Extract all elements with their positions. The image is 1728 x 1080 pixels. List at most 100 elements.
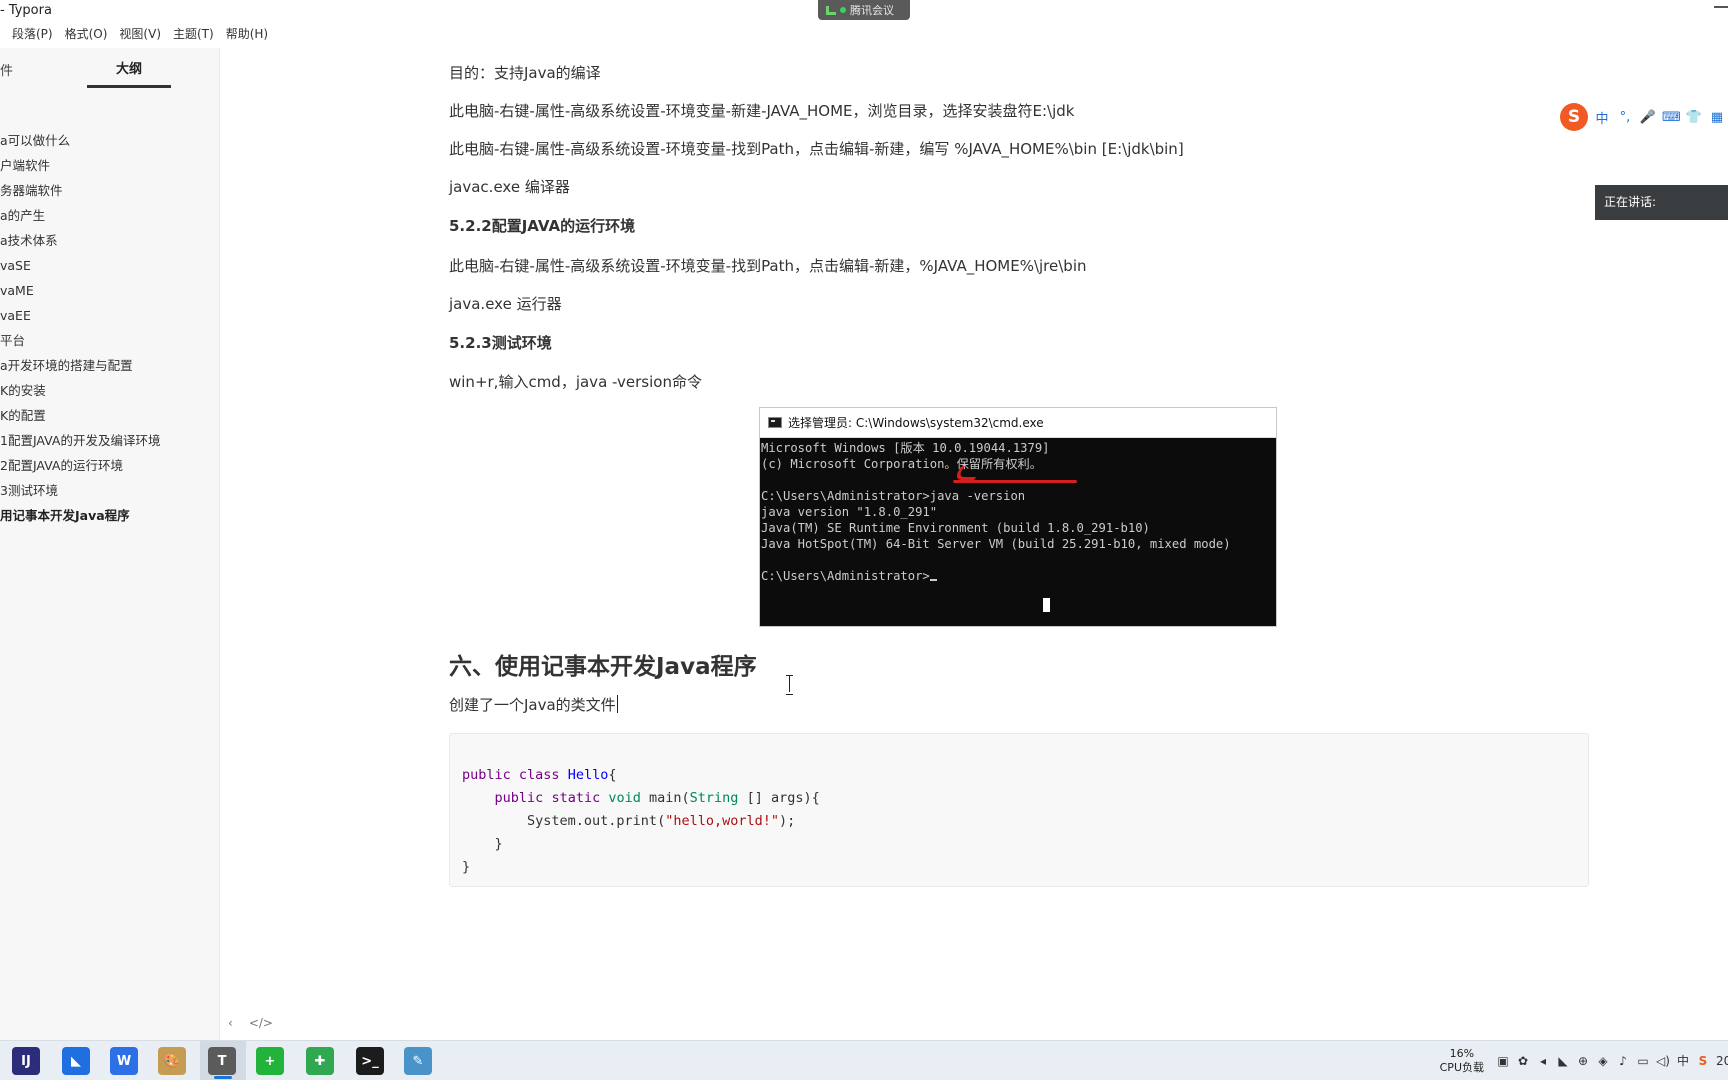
terminal-icon[interactable]: >_ — [356, 1047, 384, 1075]
paragraph-java-exe: java.exe 运行器 — [449, 295, 562, 313]
cmd-screenshot-image: 选择管理员: C:\Windows\system32\cmd.exe Micro… — [759, 407, 1277, 627]
ime-toolbox-icon[interactable]: ▦ — [1708, 110, 1726, 125]
tray-lark-icon[interactable]: ◣ — [1556, 1054, 1570, 1068]
cmd-line: Microsoft Windows [版本 10.0.19044.1379] — [761, 441, 1050, 455]
outline-item[interactable]: 用记事本开发Java程序 — [0, 503, 160, 528]
tray-nvidia-icon[interactable]: ◈ — [1596, 1054, 1610, 1068]
outline-item[interactable]: K的配置 — [0, 403, 160, 428]
code-block[interactable]: public class Hello{ public static void m… — [449, 733, 1589, 887]
ime-skin-icon[interactable]: 👕 — [1685, 110, 1703, 125]
signal-icon — [826, 5, 836, 15]
ime-voice-icon[interactable]: 🎤 — [1639, 110, 1657, 125]
notepad-icon[interactable]: ✎ — [404, 1047, 432, 1075]
intellij-idea-icon[interactable]: IJ — [12, 1047, 40, 1075]
paragraph-create-class-text: 创建了一个Java的类文件 — [449, 696, 616, 714]
tencent-meeting-badge[interactable]: 腾讯会议 — [818, 0, 910, 20]
tab-outline[interactable]: 大纲 — [87, 58, 171, 88]
green-plus-icon[interactable]: + — [256, 1047, 284, 1075]
outline-item[interactable]: a开发环境的搭建与配置 — [0, 353, 160, 378]
outline-item[interactable]: 2配置JAVA的运行环境 — [0, 453, 160, 478]
sidebar: 件 大纲 a可以做什么 户端软件 务器端软件 a的产生 a技术体系 vaSE vaME vaE… — [0, 48, 220, 1040]
cpu-meter[interactable]: 16% CPU负载 — [1440, 1047, 1484, 1075]
paint-icon[interactable]: 🎨 — [158, 1047, 186, 1075]
menu-view[interactable]: 视图(V) — [113, 24, 167, 44]
code-token: } — [462, 859, 471, 875]
minimize-icon[interactable] — [1714, 6, 1728, 8]
speaking-panel: 正在讲话: — [1595, 185, 1728, 220]
meeting-label: 腾讯会议 — [850, 4, 894, 17]
outline-item[interactable]: vaSE — [0, 253, 160, 278]
menu-theme[interactable]: 主题(T) — [167, 24, 220, 44]
tray-plus-icon[interactable]: ⊕ — [1576, 1054, 1590, 1068]
menu-bar: 段落(P) 格式(O) 视图(V) 主题(T) 帮助(H) — [0, 24, 274, 44]
wps-icon[interactable]: W — [110, 1047, 138, 1075]
cmd-line: (c) Microsoft Corporation。保留所有权利。 — [761, 457, 1042, 471]
outline-item[interactable]: vaEE — [0, 303, 160, 328]
paragraph-javac: javac.exe 编译器 — [449, 178, 570, 196]
taskbar: IJ ◣ W 🎨 T + ✚ >_ ✎ 16% CPU负载 ▣ ✿ ◂ ◣ ⊕ ◈ ♪ ▭ ◁)… — [0, 1040, 1728, 1080]
tray-feishu-icon[interactable]: ◂ — [1536, 1054, 1550, 1068]
sogou-logo-icon[interactable]: S — [1560, 103, 1588, 131]
tray-language[interactable]: 中 — [1676, 1054, 1690, 1068]
ime-keyboard-icon[interactable]: ⌨ — [1662, 110, 1681, 125]
outline-item[interactable]: a技术体系 — [0, 228, 160, 253]
cmd-prompt-cursor — [929, 579, 937, 581]
menu-format[interactable]: 格式(O) — [59, 24, 114, 44]
tray-volume-icon[interactable]: ◁) — [1656, 1054, 1670, 1068]
code-token: class — [518, 767, 560, 783]
source-mode-icon[interactable]: </> — [249, 1016, 273, 1030]
tray-app-icon[interactable]: ▣ — [1496, 1054, 1510, 1068]
cpu-label: CPU负载 — [1439, 1061, 1484, 1074]
xmind-icon[interactable]: ✚ — [306, 1047, 334, 1075]
typora-icon[interactable]: T — [208, 1047, 236, 1075]
lark-icon[interactable]: ◣ — [62, 1047, 90, 1075]
cmd-line: Java HotSpot(TM) 64-Bit Server VM (build… — [761, 537, 1231, 551]
paragraph-create-class: 创建了一个Java的类文件 — [449, 694, 618, 715]
heading-5-2-2: 5.2.2配置JAVA的运行环境 — [449, 217, 636, 235]
code-token: String — [689, 790, 739, 806]
ime-chinese-mode-icon[interactable]: 中 — [1593, 108, 1611, 127]
tray-clock[interactable]: 20 — [1716, 1054, 1728, 1068]
outline-item[interactable]: a的产生 — [0, 203, 160, 228]
outline-item[interactable]: vaME — [0, 278, 160, 303]
cpu-percent: 16% — [1449, 1047, 1475, 1060]
paragraph-win-r: win+r,输入cmd，java -version命令 — [449, 373, 702, 391]
outline-item[interactable]: 1配置JAVA的开发及编译环境 — [0, 428, 160, 453]
cmd-line: C:\Users\Administrator>java -version — [761, 489, 1026, 503]
tray-microphone-icon[interactable]: ♪ — [1616, 1054, 1630, 1068]
paragraph-purpose: 目的：支持Java的编译 — [449, 64, 601, 82]
outline-item[interactable]: 务器端软件 — [0, 178, 160, 203]
code-token: "hello,world!" — [665, 813, 779, 829]
code-token: } — [462, 836, 503, 852]
code-token: public — [462, 767, 511, 783]
title-bar: - Typora 腾讯会议 — [0, 0, 1728, 22]
cmd-line: C:\Users\Administrator> — [761, 569, 930, 583]
cmd-line: Java(TM) SE Runtime Environment (build 1… — [761, 521, 1150, 535]
cmd-output: Microsoft Windows [版本 10.0.19044.1379] (… — [760, 438, 1276, 584]
tab-files[interactable]: 件 — [0, 60, 13, 79]
system-tray: 16% CPU负载 ▣ ✿ ◂ ◣ ⊕ ◈ ♪ ▭ ◁) 中 S 20 — [1440, 1041, 1728, 1080]
menu-help[interactable]: 帮助(H) — [220, 24, 274, 44]
code-token: { — [608, 767, 617, 783]
code-content: public class Hello{ public static void m… — [450, 734, 1588, 879]
sidebar-footer: ‹ </> — [228, 1016, 273, 1030]
paragraph-java-home: 此电脑-右键-属性-高级系统设置-环境变量-新建-JAVA_HOME，浏览目录，… — [449, 102, 1075, 120]
outline-item[interactable]: K的安装 — [0, 378, 160, 403]
code-token: ); — [779, 813, 796, 829]
outline-item[interactable]: 3测试环境 — [0, 478, 160, 503]
collapse-sidebar-icon[interactable]: ‹ — [228, 1016, 233, 1030]
outline-item[interactable]: a可以做什么 — [0, 128, 160, 153]
outline-item[interactable]: 户端软件 — [0, 153, 160, 178]
ime-punctuation-icon[interactable]: °, — [1616, 110, 1634, 125]
heading-section-6: 六、使用记事本开发Java程序 — [449, 654, 757, 680]
menu-paragraph[interactable]: 段落(P) — [0, 24, 59, 44]
tray-sogou-icon[interactable]: S — [1696, 1054, 1710, 1068]
tray-settings-icon[interactable]: ✿ — [1516, 1054, 1530, 1068]
paragraph-path-bin: 此电脑-右键-属性-高级系统设置-环境变量-找到Path，点击编辑-新建，编写 … — [449, 140, 1184, 158]
tray-network-icon[interactable]: ▭ — [1636, 1054, 1650, 1068]
outline-item[interactable]: 平台 — [0, 328, 160, 353]
code-token: Hello — [567, 767, 609, 783]
cmd-icon — [768, 417, 782, 428]
